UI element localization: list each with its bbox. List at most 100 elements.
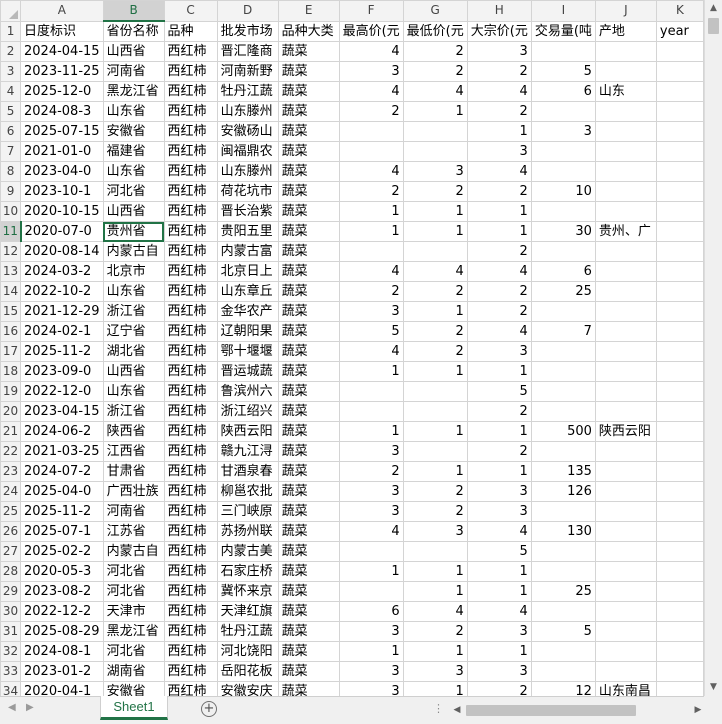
cell-j34[interactable]: 山东南昌: [594, 681, 657, 696]
cell-i4[interactable]: 6: [530, 81, 596, 102]
cell-k14[interactable]: [655, 281, 704, 302]
cell-h28[interactable]: 1: [466, 561, 532, 582]
cell-i22[interactable]: [530, 441, 596, 462]
cell-c29[interactable]: 西红柿: [163, 581, 218, 602]
cell-k27[interactable]: [655, 541, 704, 562]
column-header-d[interactable]: D: [216, 0, 279, 22]
cell-f25[interactable]: 3: [338, 501, 404, 522]
cell-i6[interactable]: 3: [530, 121, 596, 142]
cell-h2[interactable]: 3: [466, 41, 532, 62]
cell-i20[interactable]: [530, 401, 596, 422]
cell-b7[interactable]: 福建省: [102, 141, 165, 162]
cell-a26[interactable]: 2025-07-1: [20, 521, 104, 542]
cell-b31[interactable]: 黑龙江省: [102, 621, 165, 642]
cell-k30[interactable]: [655, 601, 704, 622]
cell-h3[interactable]: 2: [466, 61, 532, 82]
cell-k2[interactable]: [655, 41, 704, 62]
cell-a24[interactable]: 2025-04-0: [20, 481, 104, 502]
cell-d30[interactable]: 天津红旗: [216, 601, 279, 622]
cell-b34[interactable]: 安徽省: [102, 681, 165, 696]
cell-g24[interactable]: 2: [402, 481, 468, 502]
cell-a4[interactable]: 2025-12-0: [20, 81, 104, 102]
cell-c33[interactable]: 西红柿: [163, 661, 218, 682]
cell-i12[interactable]: [530, 241, 596, 262]
row-header[interactable]: 13: [0, 261, 22, 282]
cell-f10[interactable]: 1: [338, 201, 404, 222]
row-header[interactable]: 20: [0, 401, 22, 422]
cell-e6[interactable]: 蔬菜: [277, 121, 340, 142]
horizontal-scroll-thumb[interactable]: [466, 705, 636, 716]
column-header-j[interactable]: J: [594, 0, 657, 22]
cell-f15[interactable]: 3: [338, 301, 404, 322]
cell-h17[interactable]: 3: [466, 341, 532, 362]
cell-j5[interactable]: [594, 101, 657, 122]
cell-c3[interactable]: 西红柿: [163, 61, 218, 82]
row-header[interactable]: 30: [0, 601, 22, 622]
cell-i11[interactable]: 30: [530, 221, 596, 242]
column-header-c[interactable]: C: [163, 0, 218, 22]
cell-g14[interactable]: 2: [402, 281, 468, 302]
cell-k34[interactable]: [655, 681, 704, 696]
cell-k21[interactable]: [655, 421, 704, 442]
cell-b24[interactable]: 广西壮族: [102, 481, 165, 502]
sheet-tab-sheet1[interactable]: Sheet1: [100, 696, 168, 720]
cell-j22[interactable]: [594, 441, 657, 462]
cell-a3[interactable]: 2023-11-25: [20, 61, 104, 82]
cell-i19[interactable]: [530, 381, 596, 402]
cell-b12[interactable]: 内蒙古自: [102, 241, 165, 262]
cell-g11[interactable]: 1: [402, 221, 468, 242]
cell-d20[interactable]: 浙江绍兴: [216, 401, 279, 422]
cell-k29[interactable]: [655, 581, 704, 602]
cell-f34[interactable]: 3: [338, 681, 404, 696]
cell-e4[interactable]: 蔬菜: [277, 81, 340, 102]
cell-i17[interactable]: [530, 341, 596, 362]
cell-a27[interactable]: 2025-02-2: [20, 541, 104, 562]
cell-f4[interactable]: 4: [338, 81, 404, 102]
cell-i34[interactable]: 12: [530, 681, 596, 696]
cell-a8[interactable]: 2023-04-0: [20, 161, 104, 182]
cell-j15[interactable]: [594, 301, 657, 322]
cell-k33[interactable]: [655, 661, 704, 682]
triangle-up-icon[interactable]: ▲: [705, 0, 722, 17]
cell-k20[interactable]: [655, 401, 704, 422]
cell-k9[interactable]: [655, 181, 704, 202]
cell-d32[interactable]: 河北饶阳: [216, 641, 279, 662]
cell-a29[interactable]: 2023-08-2: [20, 581, 104, 602]
cell-c19[interactable]: 西红柿: [163, 381, 218, 402]
cell-i10[interactable]: [530, 201, 596, 222]
cell-e2[interactable]: 蔬菜: [277, 41, 340, 62]
cell-d26[interactable]: 苏扬州联: [216, 521, 279, 542]
cell-c4[interactable]: 西红柿: [163, 81, 218, 102]
cell-h22[interactable]: 2: [466, 441, 532, 462]
cell-c16[interactable]: 西红柿: [163, 321, 218, 342]
cell-f32[interactable]: 1: [338, 641, 404, 662]
cell-f33[interactable]: 3: [338, 661, 404, 682]
cell-i15[interactable]: [530, 301, 596, 322]
cell-b14[interactable]: 山东省: [102, 281, 165, 302]
cell-a16[interactable]: 2024-02-1: [20, 321, 104, 342]
cell-b21[interactable]: 陕西省: [102, 421, 165, 442]
cell-b6[interactable]: 安徽省: [102, 121, 165, 142]
cell-j31[interactable]: [594, 621, 657, 642]
sheet-grid[interactable]: ABCDEFGHIJK 1 日度标识 省份名称 品种 批发市场 品种大类 最高价(元 最低价(…: [0, 0, 704, 696]
cell-c23[interactable]: 西红柿: [163, 461, 218, 482]
plus-circle-icon[interactable]: +: [201, 701, 217, 717]
cell-d24[interactable]: 柳邕农批: [216, 481, 279, 502]
cell-d2[interactable]: 晋汇隆商: [216, 41, 279, 62]
cell-i16[interactable]: 7: [530, 321, 596, 342]
cell-f19[interactable]: [338, 381, 404, 402]
cell-i1[interactable]: 交易量(吨: [530, 20, 596, 42]
cell-k11[interactable]: [655, 221, 704, 242]
triangle-right-icon[interactable]: ▶: [26, 702, 34, 713]
cell-c20[interactable]: 西红柿: [163, 401, 218, 422]
cell-g2[interactable]: 2: [402, 41, 468, 62]
cell-c5[interactable]: 西红柿: [163, 101, 218, 122]
cell-h33[interactable]: 3: [466, 661, 532, 682]
cell-b16[interactable]: 辽宁省: [102, 321, 165, 342]
column-header-e[interactable]: E: [277, 0, 340, 22]
triangle-down-icon[interactable]: ▼: [705, 679, 722, 696]
cell-e32[interactable]: 蔬菜: [277, 641, 340, 662]
cell-d16[interactable]: 辽朝阳果: [216, 321, 279, 342]
cell-e26[interactable]: 蔬菜: [277, 521, 340, 542]
cell-b8[interactable]: 山东省: [102, 161, 165, 182]
